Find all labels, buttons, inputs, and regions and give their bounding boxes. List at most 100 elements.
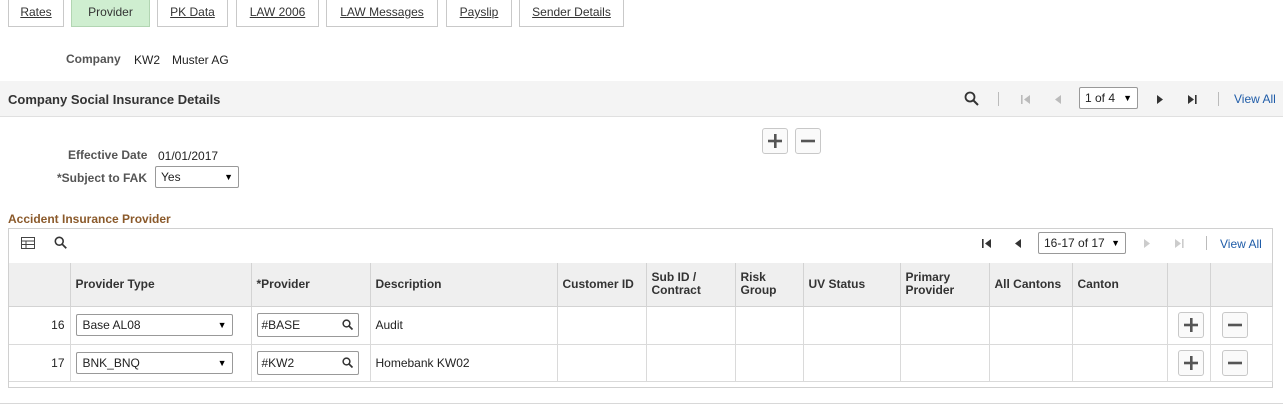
section-pager-select[interactable]: 1 of 4 ▼ xyxy=(1079,87,1138,109)
tab-sender-details[interactable]: Sender Details xyxy=(519,0,624,27)
delete-row-button[interactable] xyxy=(1221,312,1248,338)
provider-value: #BASE xyxy=(261,318,301,332)
tab-provider[interactable]: Provider xyxy=(71,0,150,27)
provider-type-select[interactable]: Base AL08 ▼ xyxy=(75,314,233,336)
col-header-provider-type[interactable]: Provider Type xyxy=(70,263,252,307)
grid-next-page-icon[interactable] xyxy=(1142,238,1152,249)
customer-id-cell xyxy=(557,344,647,382)
col-header-delete xyxy=(1210,263,1273,307)
delete-row-button[interactable] xyxy=(1221,349,1248,376)
company-code: KW2 xyxy=(134,53,161,67)
add-cell xyxy=(1167,344,1211,382)
provider-cell: #BASE xyxy=(251,306,371,345)
first-page-icon[interactable] xyxy=(1020,94,1032,105)
grid-search-icon[interactable] xyxy=(54,236,68,250)
delete-cell xyxy=(1210,344,1273,382)
col-header-add xyxy=(1167,263,1211,307)
add-cell xyxy=(1167,306,1211,345)
col-header-all-cantons[interactable]: All Cantons xyxy=(989,263,1073,307)
section-header: Company Social Insurance Details 1 of 4 … xyxy=(0,81,1283,117)
chevron-down-icon: ▼ xyxy=(224,172,233,182)
provider-type-value: Base AL08 xyxy=(82,318,141,332)
divider xyxy=(1206,236,1207,250)
effective-date-value: 01/01/2017 xyxy=(158,149,219,163)
grid-pager-select[interactable]: 16-17 of 17 ▼ xyxy=(1038,232,1126,254)
add-row-button[interactable] xyxy=(1177,349,1204,376)
search-icon[interactable] xyxy=(964,91,980,107)
provider-input[interactable]: #KW2 xyxy=(256,350,359,375)
col-header-canton[interactable]: Canton xyxy=(1072,263,1168,307)
sub-id-cell xyxy=(646,306,736,345)
col-header-sub-id[interactable]: Sub ID / Contract xyxy=(646,263,736,307)
divider xyxy=(998,92,999,106)
col-header-description[interactable]: Description xyxy=(370,263,558,307)
last-page-icon[interactable] xyxy=(1186,94,1198,105)
grid-previous-page-icon[interactable] xyxy=(1013,238,1023,249)
risk-group-cell xyxy=(735,344,804,382)
row-number: 16 xyxy=(9,306,71,345)
divider xyxy=(1218,92,1219,106)
primary-provider-cell xyxy=(900,306,990,345)
grid-header-row: Provider Type *Provider Description Cust… xyxy=(9,263,1273,307)
tab-law-messages[interactable]: LAW Messages xyxy=(326,0,438,27)
tab-rates[interactable]: Rates xyxy=(8,0,64,27)
previous-page-icon[interactable] xyxy=(1053,94,1063,105)
col-header-primary-provider[interactable]: Primary Provider xyxy=(900,263,990,307)
uv-status-cell xyxy=(803,306,901,345)
provider-grid: Provider Type *Provider Description Cust… xyxy=(9,263,1273,382)
add-row-button[interactable] xyxy=(762,128,788,154)
next-page-icon[interactable] xyxy=(1155,94,1165,105)
plus-icon xyxy=(1183,318,1198,332)
minus-icon xyxy=(1227,361,1242,364)
add-row-button[interactable] xyxy=(1177,312,1204,338)
grid-first-page-icon[interactable] xyxy=(981,238,993,249)
bottom-divider xyxy=(0,403,1283,404)
subject-to-fak-label: *Subject to FAK xyxy=(57,171,148,185)
all-cantons-cell xyxy=(989,344,1073,382)
provider-type-cell: BNK_BNQ ▼ xyxy=(70,344,252,382)
tab-law-2006[interactable]: LAW 2006 xyxy=(236,0,319,27)
subject-to-fak-select[interactable]: Yes ▼ xyxy=(155,166,239,188)
provider-cell: #KW2 xyxy=(251,344,371,382)
company-name: Muster AG xyxy=(172,53,229,67)
row-number: 17 xyxy=(9,344,71,382)
tab-payslip[interactable]: Payslip xyxy=(446,0,512,27)
effective-date-label: Effective Date xyxy=(68,148,148,162)
risk-group-cell xyxy=(735,306,804,345)
grid-last-page-icon[interactable] xyxy=(1173,238,1185,249)
canton-cell xyxy=(1072,344,1168,382)
chevron-down-icon: ▼ xyxy=(1123,93,1132,103)
col-header-uv-status[interactable]: UV Status xyxy=(803,263,901,307)
section-title: Company Social Insurance Details xyxy=(8,92,221,107)
provider-type-value: BNK_BNQ xyxy=(82,355,140,370)
uv-status-cell xyxy=(803,344,901,382)
provider-type-select[interactable]: BNK_BNQ ▼ xyxy=(75,351,233,374)
tab-bar: Rates Provider PK Data LAW 2006 LAW Mess… xyxy=(0,0,1283,27)
minus-icon xyxy=(801,139,815,143)
tab-pk-data[interactable]: PK Data xyxy=(157,0,228,27)
table-row: 16 Base AL08 ▼ #BASE Audit xyxy=(9,306,1273,345)
delete-cell xyxy=(1210,306,1273,345)
personalize-grid-icon[interactable] xyxy=(21,237,35,249)
subject-to-fak-value: Yes xyxy=(161,170,181,184)
section-view-all-link[interactable]: View All xyxy=(1234,92,1276,106)
plus-icon xyxy=(768,134,782,148)
lookup-icon[interactable] xyxy=(341,319,354,331)
provider-value: #KW2 xyxy=(261,355,295,370)
grid-view-all-link[interactable]: View All xyxy=(1220,237,1262,251)
provider-input[interactable]: #BASE xyxy=(256,313,359,337)
table-row: 17 BNK_BNQ ▼ #KW2 Homebank KW02 xyxy=(9,344,1273,382)
lookup-icon[interactable] xyxy=(341,356,354,369)
company-label: Company xyxy=(66,52,121,66)
chevron-down-icon: ▼ xyxy=(217,357,227,368)
col-header-provider[interactable]: *Provider xyxy=(251,263,371,307)
provider-type-cell: Base AL08 ▼ xyxy=(70,306,252,345)
chevron-down-icon: ▼ xyxy=(217,320,227,330)
col-header-risk-group[interactable]: Risk Group xyxy=(735,263,804,307)
col-header-row-number xyxy=(9,263,71,307)
delete-row-button[interactable] xyxy=(795,128,821,154)
col-header-customer-id[interactable]: Customer ID xyxy=(557,263,647,307)
canton-cell xyxy=(1072,306,1168,345)
description-cell: Audit xyxy=(370,306,558,345)
grid-pager-value: 16-17 of 17 xyxy=(1044,236,1105,250)
